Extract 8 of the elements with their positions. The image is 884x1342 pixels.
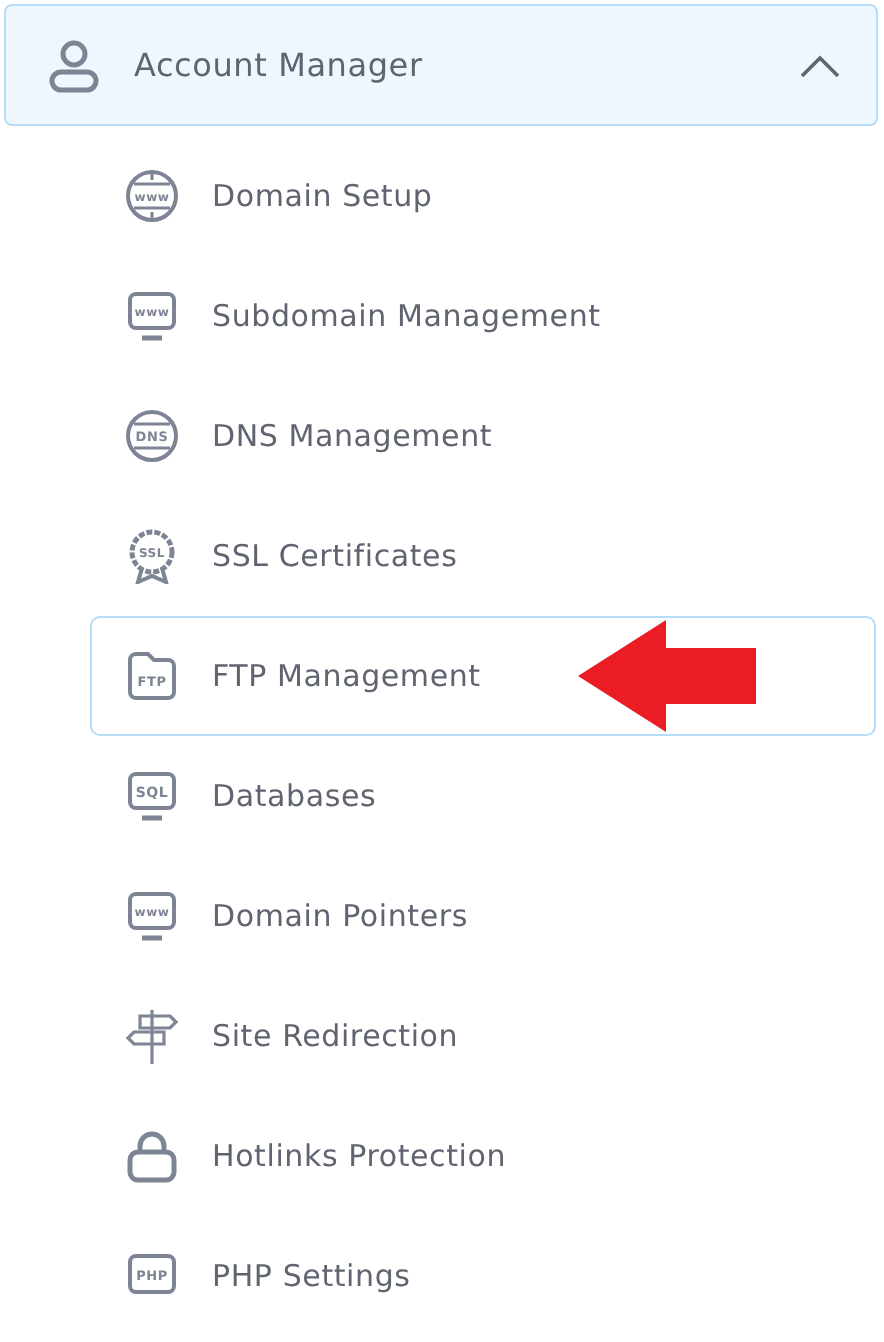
menu-item[interactable]: Hotlinks Protection — [90, 1096, 876, 1216]
lock-icon — [124, 1128, 180, 1184]
user-icon — [46, 37, 102, 93]
menu-item[interactable]: Site Redirection — [90, 976, 876, 1096]
caret-icon — [800, 53, 840, 77]
section-header[interactable]: Account Manager — [4, 4, 878, 126]
section-title: Account Manager — [134, 43, 425, 87]
signpost-icon — [124, 1008, 180, 1064]
